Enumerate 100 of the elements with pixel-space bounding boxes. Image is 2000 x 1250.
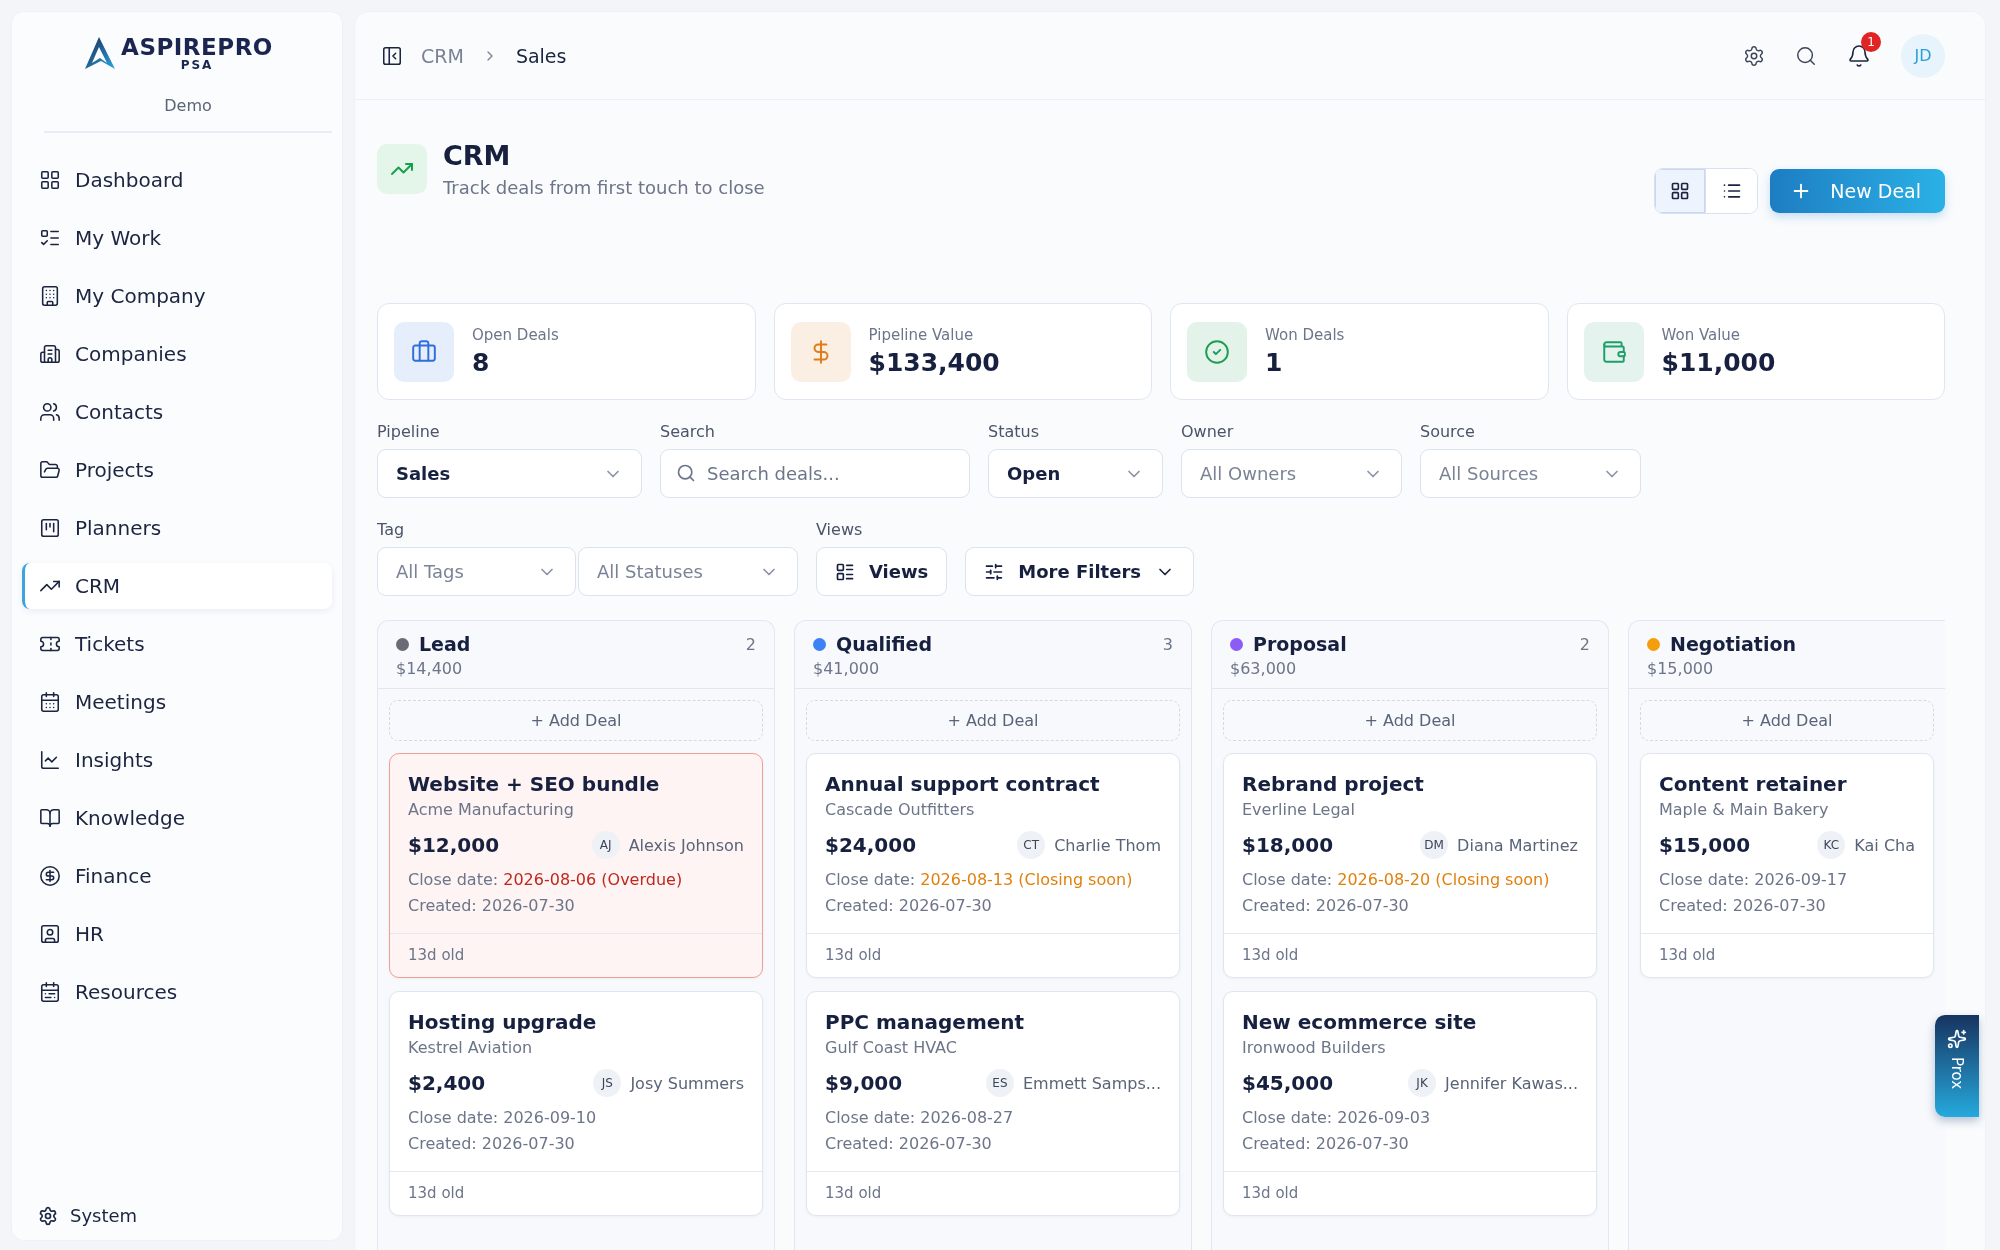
page-subtitle: Track deals from first touch to close xyxy=(443,177,766,198)
stat-value: 1 xyxy=(1265,348,1284,377)
sidebar-item[interactable]: My Company xyxy=(22,273,332,319)
sidebar-item[interactable]: Dashboard xyxy=(22,157,332,203)
close-date: Close date: 2026-08-06 (Overdue) xyxy=(408,869,684,891)
deal-card[interactable]: Content retainer Maple & Main Bakery $15,000 KC Kai Cha Close date: 2026-09-17 Created: 2026-07-30 13d old xyxy=(1640,753,1934,978)
stat-value: 8 xyxy=(472,348,491,377)
filter-label: Status xyxy=(988,422,1040,441)
sidebar-item[interactable]: Tickets xyxy=(22,621,332,667)
sidebar-item[interactable]: Knowledge xyxy=(22,795,332,841)
stage-total: $63,000 xyxy=(1230,659,1298,678)
sidebar-item[interactable]: HR xyxy=(22,911,332,957)
deal-title: PPC management xyxy=(825,1010,1026,1034)
stage-name: Proposal xyxy=(1253,633,1348,655)
views-button[interactable]: Views xyxy=(816,547,948,596)
company-name: Maple & Main Bakery xyxy=(1659,800,1830,819)
breadcrumb-link[interactable]: CRM xyxy=(421,44,464,67)
close-date: Close date: 2026-08-27 xyxy=(825,1107,1015,1129)
add-deal-button[interactable]: + Add Deal xyxy=(806,700,1180,741)
deal-amount: $9,000 xyxy=(825,1071,903,1095)
close-date: Close date: 2026-09-10 xyxy=(408,1107,598,1129)
sidebar-item[interactable]: System xyxy=(22,1205,332,1226)
workspace-name: Demo xyxy=(44,72,332,133)
sidebar-item[interactable]: Finance xyxy=(22,853,332,899)
sidebar-toggle-icon[interactable] xyxy=(381,44,403,67)
owner-avatar: KC xyxy=(1817,831,1846,859)
deal-count: 2 xyxy=(745,634,756,654)
add-deal-button[interactable]: + Add Deal xyxy=(1640,700,1934,741)
select-field[interactable]: All Owners xyxy=(1181,449,1402,498)
filter-label: Search xyxy=(660,422,716,441)
select-field[interactable]: All Tags xyxy=(377,547,576,596)
close-date: Close date: 2026-09-17 xyxy=(1659,869,1849,891)
search-field[interactable]: Search deals... xyxy=(660,449,970,498)
company-name: Cascade Outfitters xyxy=(825,800,976,819)
deal-age: 13d old xyxy=(1641,933,1933,977)
created-date: Created: 2026-07-30 xyxy=(1242,1133,1410,1155)
deal-count: 3 xyxy=(1162,634,1173,654)
stage-name: Negotiation xyxy=(1670,633,1798,655)
settings-icon[interactable] xyxy=(1743,44,1765,67)
grid-icon xyxy=(39,169,61,191)
deal-card[interactable]: Annual support contract Cascade Outfitters $24,000 CT Charlie Thom Close date: 2026-08-13 (Closing soon) Created: 2026-07-30 13d old xyxy=(806,753,1180,978)
sidebar-item[interactable]: Meetings xyxy=(22,679,332,725)
created-date: Created: 2026-07-30 xyxy=(408,1133,576,1155)
list-layout-icon xyxy=(835,561,855,582)
stat-value: $133,400 xyxy=(868,348,1000,377)
stage-total: $14,400 xyxy=(396,659,464,678)
search-icon[interactable] xyxy=(1795,44,1817,67)
sidebar-item[interactable]: Planners xyxy=(22,505,332,551)
book-icon xyxy=(39,807,61,829)
deal-card[interactable]: Rebrand project Everline Legal $18,000 DM Diana Martinez Close date: 2026-08-20 (Closing soon) Created: 2026-07-30 13d old xyxy=(1223,753,1597,978)
logo-subtitle: PSA xyxy=(180,58,214,72)
deal-card[interactable]: Website + SEO bundle Acme Manufacturing $12,000 AJ Alexis Johnson Close date: 2026-08-06 (Overdue) Created: 2026-07-30 13d old xyxy=(389,753,763,978)
list-icon xyxy=(1721,181,1742,201)
add-deal-button[interactable]: + Add Deal xyxy=(1223,700,1597,741)
select-field[interactable]: Sales xyxy=(377,449,642,498)
filters-button[interactable]: More Filters xyxy=(965,547,1194,596)
assistant-tab[interactable]: Prox xyxy=(1935,1015,1979,1117)
sidebar-item[interactable]: Resources xyxy=(22,969,332,1015)
deal-card[interactable]: New ecommerce site Ironwood Builders $45,000 JK Jennifer Kawas... Close date: 2026-09-03 Created: 2026-07-30 13d old xyxy=(1223,991,1597,1216)
select-field[interactable]: All Sources xyxy=(1420,449,1641,498)
deal-amount: $15,000 xyxy=(1659,833,1751,857)
deal-amount: $18,000 xyxy=(1242,833,1334,857)
stat-label: Won Deals xyxy=(1265,326,1345,344)
deal-card[interactable]: Hosting upgrade Kestrel Aviation $2,400 JS Josy Summers Close date: 2026-09-10 Created: 2026-07-30 13d old xyxy=(389,991,763,1216)
line-chart-icon xyxy=(39,749,61,771)
owner-avatar: DM xyxy=(1420,831,1449,859)
owner-avatar: JK xyxy=(1408,1069,1437,1097)
company-name: Gulf Coast HVAC xyxy=(825,1038,958,1057)
sidebar-item[interactable]: CRM xyxy=(22,563,332,609)
deal-amount: $45,000 xyxy=(1242,1071,1334,1095)
breadcrumb-link[interactable]: Sales xyxy=(515,44,567,67)
close-date: Close date: 2026-09-03 xyxy=(1242,1107,1432,1129)
deal-amount: $24,000 xyxy=(825,833,917,857)
filter-label: Source xyxy=(1420,422,1476,441)
deal-card[interactable]: PPC management Gulf Coast HVAC $9,000 ES Emmett Samps... Close date: 2026-08-27 Created: 2026-07-30 13d old xyxy=(806,991,1180,1216)
stage-name: Lead xyxy=(419,633,472,655)
grid-icon xyxy=(1670,181,1691,201)
stage-total: $15,000 xyxy=(1647,659,1715,678)
owner-name: Diana Martinez xyxy=(1457,835,1578,855)
trend-up-icon xyxy=(377,144,427,194)
stat-label: Pipeline Value xyxy=(868,326,975,344)
deal-title: New ecommerce site xyxy=(1242,1010,1478,1034)
sidebar-item[interactable]: Contacts xyxy=(22,389,332,435)
select-field[interactable]: Open xyxy=(988,449,1163,498)
sidebar-item[interactable]: Companies xyxy=(22,331,332,377)
folder-icon xyxy=(39,459,61,481)
deal-title: Hosting upgrade xyxy=(408,1010,598,1034)
select-field[interactable]: All Statuses xyxy=(578,547,798,596)
filter-label: Pipeline xyxy=(377,422,441,441)
owner-name: Jennifer Kawas... xyxy=(1445,1073,1578,1093)
grid-view-button[interactable] xyxy=(1655,169,1707,213)
deal-age: 13d old xyxy=(807,1171,1179,1215)
sidebar-item[interactable]: Projects xyxy=(22,447,332,493)
logo-name: ASPIREPRO xyxy=(121,34,273,60)
sidebar-item[interactable]: My Work xyxy=(22,215,332,261)
owner-name: Kai Cha xyxy=(1854,835,1915,855)
add-deal-button[interactable]: + Add Deal xyxy=(389,700,763,741)
sidebar-item[interactable]: Insights xyxy=(22,737,332,783)
office-building-icon xyxy=(39,285,61,307)
owner-avatar: JS xyxy=(593,1069,622,1097)
